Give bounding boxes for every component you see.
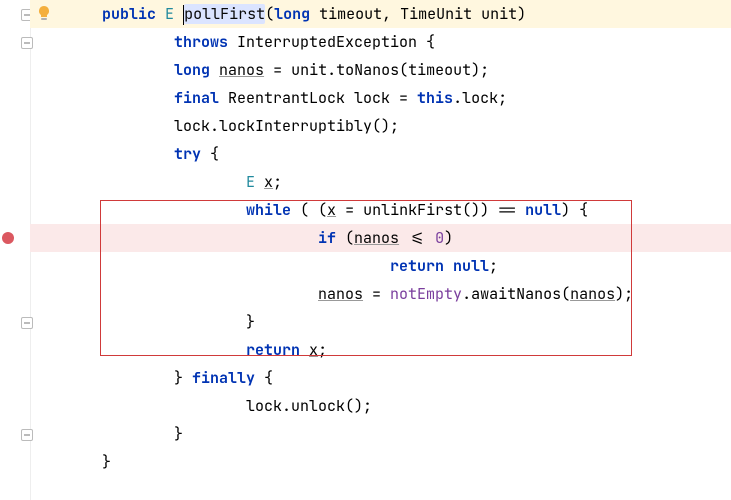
token: long bbox=[174, 60, 210, 80]
code-area[interactable]: public E pollFirst(long timeout, TimeUni… bbox=[30, 0, 731, 500]
code-line[interactable]: throws InterruptedException { bbox=[30, 28, 731, 56]
token: .awaitNanos( bbox=[462, 284, 570, 304]
token bbox=[210, 60, 219, 80]
token: throws bbox=[174, 32, 228, 52]
token: final bbox=[174, 88, 219, 108]
token: ( bbox=[265, 4, 274, 24]
gutter[interactable] bbox=[0, 0, 31, 500]
editor[interactable]: { "caret_line": 0, "box": { "top": 200, … bbox=[0, 0, 731, 500]
code-line[interactable]: return null; bbox=[30, 252, 731, 280]
token: return null bbox=[390, 256, 489, 276]
code-line[interactable]: lock.unlock(); bbox=[30, 392, 731, 420]
breakpoint-icon[interactable] bbox=[2, 232, 14, 244]
token: } bbox=[174, 424, 183, 444]
token: { bbox=[201, 144, 219, 164]
token: nanos bbox=[570, 284, 615, 304]
token: this bbox=[417, 88, 453, 108]
token: = unlinkFirst()) == bbox=[336, 200, 525, 220]
token: timeout, TimeUnit unit) bbox=[310, 4, 526, 24]
token: long bbox=[274, 4, 310, 24]
token: ; bbox=[489, 256, 498, 276]
token: } bbox=[102, 452, 111, 472]
code-line[interactable]: } bbox=[30, 308, 731, 336]
token: public bbox=[102, 4, 156, 24]
code-line[interactable]: } finally { bbox=[30, 364, 731, 392]
code-line[interactable]: } bbox=[30, 448, 731, 476]
token: nanos bbox=[354, 228, 399, 248]
code-line[interactable]: if (nanos <= 0) bbox=[30, 224, 731, 252]
code-line[interactable]: long nanos = unit.toNanos(timeout); bbox=[30, 56, 731, 84]
token: x bbox=[327, 200, 336, 220]
token: } bbox=[174, 368, 192, 388]
token: x bbox=[264, 172, 273, 192]
token: notEmpty bbox=[390, 284, 462, 304]
token: E bbox=[246, 172, 255, 192]
token: nanos bbox=[318, 284, 363, 304]
code-line[interactable]: E x; bbox=[30, 168, 731, 196]
token: <= bbox=[399, 228, 435, 248]
token: ); bbox=[615, 284, 633, 304]
token: } bbox=[246, 312, 255, 332]
token: { bbox=[255, 368, 273, 388]
token: = bbox=[363, 284, 390, 304]
code-line[interactable]: } bbox=[30, 420, 731, 448]
token: = unit.toNanos(timeout); bbox=[264, 60, 489, 80]
token: ; bbox=[318, 340, 327, 360]
token bbox=[174, 4, 183, 24]
token: try bbox=[174, 144, 201, 164]
code-line[interactable]: final ReentrantLock lock = this.lock; bbox=[30, 84, 731, 112]
token bbox=[156, 4, 165, 24]
code-line[interactable]: while ( (x = unlinkFirst()) == null) { bbox=[30, 196, 731, 224]
token: ReentrantLock lock = bbox=[219, 88, 417, 108]
token: .lock; bbox=[453, 88, 507, 108]
intention-bulb-icon[interactable] bbox=[36, 5, 52, 21]
token: InterruptedException { bbox=[228, 32, 435, 52]
token: null bbox=[525, 200, 561, 220]
code-line[interactable]: lock.lockInterruptibly(); bbox=[30, 112, 731, 140]
token: while bbox=[246, 200, 291, 220]
code-line[interactable]: nanos = notEmpty.awaitNanos(nanos); bbox=[30, 280, 731, 308]
token: lock.unlock(); bbox=[246, 396, 372, 416]
token bbox=[300, 340, 309, 360]
token: E bbox=[165, 4, 174, 24]
token: ( ( bbox=[291, 200, 327, 220]
token: pollFirst bbox=[184, 4, 265, 24]
token: ) { bbox=[561, 200, 588, 220]
token: lock.lockInterruptibly(); bbox=[174, 116, 399, 136]
token: ( bbox=[336, 228, 354, 248]
token: finally bbox=[192, 368, 255, 388]
token: if bbox=[318, 228, 336, 248]
code-line[interactable]: try { bbox=[30, 140, 731, 168]
token: ; bbox=[273, 172, 282, 192]
token: nanos bbox=[219, 60, 264, 80]
token bbox=[255, 172, 264, 192]
code-line[interactable]: return x; bbox=[30, 336, 731, 364]
token: return bbox=[246, 340, 300, 360]
token: ) bbox=[444, 228, 453, 248]
code-line[interactable]: public E pollFirst(long timeout, TimeUni… bbox=[30, 0, 731, 28]
token: x bbox=[309, 340, 318, 360]
token: 0 bbox=[435, 228, 444, 248]
